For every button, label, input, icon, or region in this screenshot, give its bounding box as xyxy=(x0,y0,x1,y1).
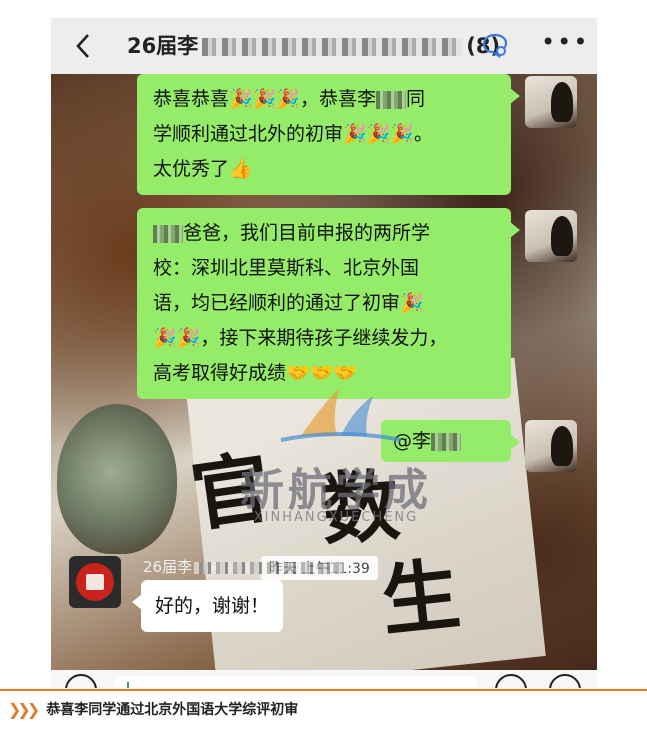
caption-divider xyxy=(0,689,647,691)
reply-bubble[interactable]: 好的，谢谢！ xyxy=(131,580,284,632)
mention-bubble[interactable]: @李 xyxy=(381,420,520,462)
sender-name: 26届李 xyxy=(143,556,345,577)
emoji-icon[interactable] xyxy=(495,674,527,688)
chevron-left-icon[interactable] xyxy=(71,28,95,64)
blurred-name xyxy=(202,38,463,56)
caption-text: 恭喜李同学通过北京外国语大学综评初审 xyxy=(46,702,299,718)
message-line: 爸爸，我们目前申报的两所学 xyxy=(153,216,497,251)
voice-icon[interactable] xyxy=(65,674,97,688)
message-line: 校：深圳北里莫斯科、北京外国 xyxy=(153,257,420,279)
message-line: 🎉🎉，接下来期待孩子继续发力， xyxy=(153,327,448,349)
chat-screen: 26届李 (8) ••• 官 数 生 恭喜恭喜🎉🎉🎉，恭喜李同 学顺利通过北外的初… xyxy=(51,18,597,688)
message-line: 高考取得好成绩🤝🤝🤝 xyxy=(153,362,357,384)
red-seal-icon xyxy=(76,563,114,601)
caption: ❯❯❯ 恭喜李同学通过北京外国语大学综评初审 xyxy=(8,697,298,721)
chat-header: 26届李 (8) ••• xyxy=(51,18,597,74)
message-input[interactable] xyxy=(115,676,477,688)
plus-icon[interactable] xyxy=(549,674,581,688)
input-bar xyxy=(51,670,597,688)
blurred-name xyxy=(153,224,183,243)
message-line: 太优秀了👍 xyxy=(153,158,253,180)
chat-bubble-icon[interactable] xyxy=(481,32,509,59)
more-dots-icon[interactable]: ••• xyxy=(541,28,589,56)
contact-avatar[interactable] xyxy=(69,556,121,608)
message-bubble[interactable]: 恭喜恭喜🎉🎉🎉，恭喜李同 学顺利通过北外的初审🎉🎉🎉。 太优秀了👍 xyxy=(137,74,520,195)
blurred-name xyxy=(375,90,406,109)
my-avatar[interactable] xyxy=(525,76,577,128)
my-avatar[interactable] xyxy=(525,420,577,472)
triple-chevron-icon: ❯❯❯ xyxy=(8,699,40,719)
message-line: 恭喜恭喜🎉🎉🎉，恭喜李同 xyxy=(153,88,425,110)
my-avatar[interactable] xyxy=(525,210,577,262)
message-bubble[interactable]: 爸爸，我们目前申报的两所学 校：深圳北里莫斯科、北京外国 语，均已经顺利的通过了… xyxy=(137,208,520,399)
blurred-name xyxy=(194,561,345,574)
calligraphy-char: 生 xyxy=(377,549,465,648)
blurred-name xyxy=(431,432,462,451)
chat-title-prefix: 26届李 xyxy=(127,34,199,58)
message-line: 语，均已经顺利的通过了初审🎉 xyxy=(153,292,424,314)
message-line: 学顺利通过北外的初审🎉🎉🎉。 xyxy=(153,123,433,145)
chat-title: 26届李 (8) xyxy=(127,30,500,60)
chat-background: 官 数 生 恭喜恭喜🎉🎉🎉，恭喜李同 学顺利通过北外的初审🎉🎉🎉。 太优秀了👍 … xyxy=(51,74,597,688)
jade-pendant-image xyxy=(57,404,177,554)
calligraphy-char: 官 xyxy=(185,441,276,543)
